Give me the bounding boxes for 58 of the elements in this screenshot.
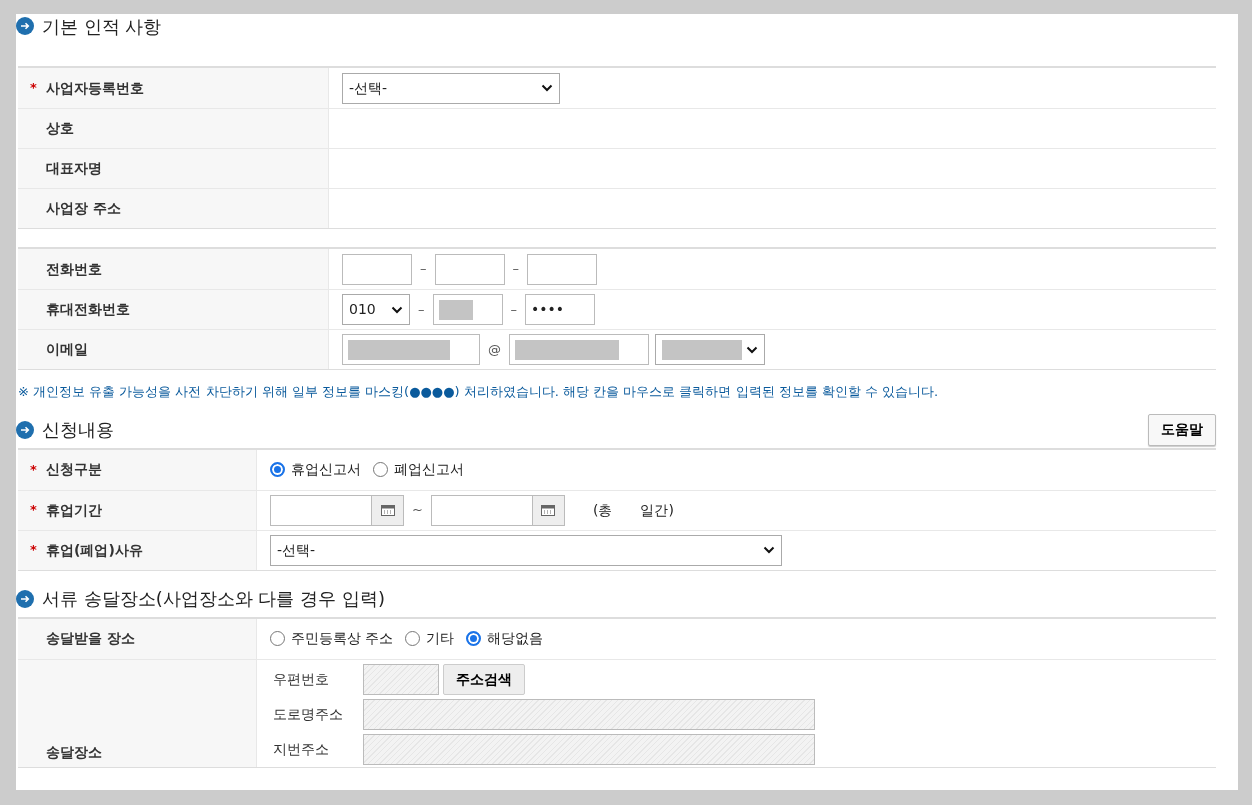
separator-text: ~	[411, 501, 424, 520]
field-label: 이메일	[46, 340, 88, 359]
field-label: 우편번호	[273, 669, 330, 689]
radio-option[interactable]: 주민등록상 주소	[270, 628, 394, 649]
total-days-label: 일간)	[640, 500, 674, 520]
select-dropdown[interactable]: 010	[342, 294, 410, 325]
radio-option[interactable]: 해당없음	[466, 628, 544, 649]
input-field[interactable]	[432, 294, 503, 325]
input-field[interactable]: ••••	[525, 294, 595, 325]
field-label: 지번주소	[273, 739, 330, 759]
calendar-button[interactable]	[532, 494, 565, 526]
section-title: 기본 인적 사항	[42, 14, 162, 39]
field-label: 대표자명	[46, 159, 102, 178]
field-label: 휴업기간	[46, 500, 102, 520]
field-label: 신청구분	[46, 460, 102, 479]
input-field[interactable]	[434, 253, 505, 285]
input-field[interactable]	[527, 253, 597, 285]
field-label: 휴대전화번호	[46, 300, 130, 319]
input-field[interactable]	[509, 334, 649, 365]
field-label: 사업장 주소	[46, 199, 121, 218]
section-title: 서류 송달장소(사업장소와 다를 경우 입력)	[42, 587, 385, 611]
chevron-down-icon	[541, 84, 553, 92]
field-label: 사업자등록번호	[46, 78, 144, 98]
chevron-down-icon	[391, 305, 403, 314]
field-label: 송달받을 장소	[46, 629, 135, 648]
required-mark: *	[30, 501, 38, 520]
calendar-icon	[541, 504, 556, 516]
input-field[interactable]	[342, 334, 480, 365]
separator-text: –	[509, 300, 518, 319]
field-label: 전화번호	[46, 259, 102, 279]
calendar-button[interactable]	[372, 494, 404, 526]
section-title: 신청내용	[42, 418, 114, 442]
calendar-icon	[380, 504, 395, 516]
date-field[interactable]	[430, 494, 533, 526]
select-dropdown[interactable]: -선택-	[342, 72, 560, 104]
field-label: 휴업(폐업)사유	[46, 540, 143, 560]
date-field[interactable]	[270, 494, 372, 526]
select-dropdown[interactable]	[655, 334, 765, 365]
help-button[interactable]: 도움말	[1148, 413, 1216, 446]
total-days-label: (총	[592, 500, 613, 520]
select-dropdown[interactable]: -선택-	[270, 534, 782, 566]
separator-text: –	[417, 300, 426, 319]
separator-text: –	[511, 260, 520, 279]
required-mark: *	[30, 79, 38, 98]
radio-option[interactable]: 휴업신고서	[270, 459, 361, 480]
chevron-down-icon	[763, 546, 775, 554]
required-mark: *	[30, 460, 38, 479]
separator-text: –	[419, 260, 428, 279]
radio-option[interactable]: 기타	[405, 628, 455, 649]
field-label: 상호	[46, 119, 74, 138]
field-label: 도로명주소	[273, 704, 344, 724]
chevron-down-icon	[746, 345, 758, 354]
separator-text: @	[487, 340, 502, 359]
field-label: 송달장소	[46, 742, 102, 762]
required-mark: *	[30, 541, 38, 560]
input-field[interactable]	[342, 253, 412, 285]
radio-option[interactable]: 폐업신고서	[373, 459, 464, 480]
notice-text: ※ 개인정보 유출 가능성을 사전 차단하기 위해 일부 정보를 마스킹(●●●●) 처리하였습니다. 해당 칸을 마우스로 클릭하면 입력된 정보를 확인할 수 있습니다.	[17, 383, 940, 401]
